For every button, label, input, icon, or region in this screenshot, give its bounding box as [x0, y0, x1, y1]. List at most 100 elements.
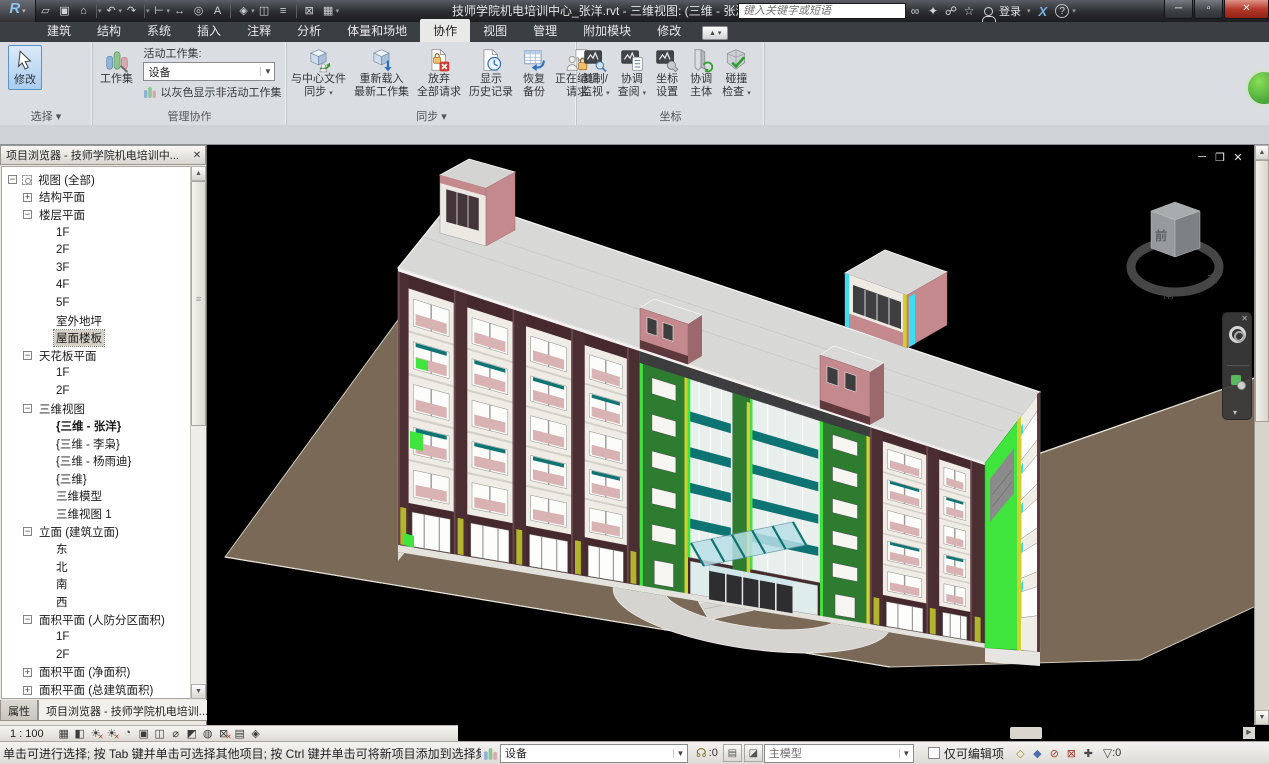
ribbon-tab-建筑[interactable]: 建筑: [34, 19, 84, 42]
help-icon[interactable]: ?: [1055, 4, 1069, 18]
coord-interference-button[interactable]: 碰撞 检查 ▾: [719, 45, 754, 102]
subscription-icon[interactable]: ☍: [942, 4, 960, 18]
ribbon-tab-管理[interactable]: 管理: [520, 19, 570, 42]
tree-item[interactable]: 1F: [2, 628, 190, 646]
status-workset-combobox[interactable]: 设备▼: [500, 744, 688, 763]
coord-copymonitor-button[interactable]: 复制/ 监视 ▾: [578, 45, 613, 102]
tree-item[interactable]: 室外地坪: [2, 312, 190, 330]
ribbon-tab-系统[interactable]: 系统: [134, 19, 184, 42]
scrollbar-thumb[interactable]: [191, 181, 206, 426]
tree-item[interactable]: {三维 - 杨雨迪}: [2, 453, 190, 471]
select-underlay-elements-icon[interactable]: ◆: [1029, 747, 1046, 760]
tree-item[interactable]: 南: [2, 576, 190, 594]
close-icon[interactable]: ✕: [189, 150, 205, 161]
scale-button[interactable]: 1 : 100: [10, 728, 44, 740]
editable-only-checkbox[interactable]: [928, 747, 940, 759]
signin-dropdown-icon[interactable]: ▾: [1027, 7, 1031, 15]
select-links-icon[interactable]: ◇: [1012, 747, 1029, 760]
coord-coordhost-button[interactable]: 协调 主体: [685, 45, 717, 102]
tree-item[interactable]: 屋面楼板: [2, 329, 190, 347]
qat-sync-with-central-icon[interactable]: ⌂: [75, 2, 92, 20]
modify-button[interactable]: 修改: [8, 45, 42, 90]
browser-scrollbar[interactable]: ▲ ▼: [190, 166, 205, 699]
tree-item[interactable]: −三维视图: [2, 400, 190, 418]
tree-item[interactable]: −天花板平面: [2, 347, 190, 365]
search-input[interactable]: [738, 3, 906, 19]
navbar-dropdown-icon[interactable]: ▾: [1233, 408, 1237, 417]
coord-coordreview-button[interactable]: 协调 查阅 ▾: [615, 45, 650, 102]
panel-sync-label[interactable]: 同步 ▾: [287, 108, 576, 124]
sync-sync-button[interactable]: 与中心文件 同步 ▾: [288, 45, 349, 102]
scroll-right-icon[interactable]: ▶: [1243, 727, 1255, 739]
qat-undo-icon[interactable]: ↶: [103, 2, 120, 20]
tree-item[interactable]: +面积平面 (净面积): [2, 664, 190, 682]
qat-switch-windows-icon[interactable]: ▦: [320, 2, 337, 20]
collapse-icon[interactable]: −: [8, 175, 17, 184]
view-minimize-button[interactable]: ─: [1193, 151, 1211, 164]
filter-icon[interactable]: ▽: [1103, 746, 1112, 760]
show-crop-region-icon[interactable]: ◫: [152, 727, 168, 740]
view-restore-button[interactable]: ❒: [1211, 151, 1229, 164]
minimize-button[interactable]: ─: [1164, 0, 1193, 19]
qat-tag-by-category-icon[interactable]: ◎: [190, 2, 207, 20]
tree-item[interactable]: −楼层平面: [2, 206, 190, 224]
tree-item[interactable]: 2F: [2, 241, 190, 259]
exclude-options-button[interactable]: ◪: [744, 744, 763, 762]
tree-item[interactable]: {三维 - 张洋}: [2, 417, 190, 435]
select-elements-by-face-icon[interactable]: ⊠: [1063, 747, 1080, 760]
zoom-icon[interactable]: [1231, 375, 1241, 385]
ribbon-tab-协作[interactable]: 协作: [420, 19, 470, 42]
shadows-icon[interactable]: ☀✕: [104, 727, 120, 740]
favorites-star-icon[interactable]: ☆: [960, 4, 978, 18]
expand-icon[interactable]: +: [23, 193, 32, 202]
qat-close-hidden-windows-icon[interactable]: ⊠: [301, 2, 318, 20]
tree-item[interactable]: {三维}: [2, 470, 190, 488]
qat-text-icon[interactable]: A: [209, 2, 226, 20]
restore-button[interactable]: ▫: [1194, 0, 1223, 19]
temporary-view-properties-icon[interactable]: ▤: [232, 727, 248, 740]
collapse-icon[interactable]: −: [23, 404, 32, 413]
design-option-combobox[interactable]: 主模型▼: [764, 744, 914, 763]
scroll-up-icon[interactable]: ▲: [191, 166, 206, 181]
3d-view-canvas[interactable]: 前南东: [207, 145, 1269, 725]
temporary-hide-isolate-icon[interactable]: ◩: [184, 727, 200, 740]
ribbon-tab-分析[interactable]: 分析: [284, 19, 334, 42]
expand-icon[interactable]: +: [23, 668, 32, 677]
worksharing-display-icon[interactable]: ⊠✕: [216, 727, 232, 740]
worksets-button[interactable]: 工作集: [97, 45, 136, 88]
gray-inactive-worksets-toggle[interactable]: 以灰色显示非活动工作集: [143, 84, 281, 100]
tree-item[interactable]: −立面 (建筑立面): [2, 523, 190, 541]
qat-open-icon[interactable]: ▱: [37, 2, 54, 20]
crop-view-icon[interactable]: ▣: [136, 727, 152, 740]
collapse-icon[interactable]: −: [23, 210, 32, 219]
navbar-close-icon[interactable]: ✕: [1241, 314, 1248, 323]
detail-level-icon[interactable]: ▦: [56, 727, 72, 740]
view-close-button[interactable]: ✕: [1229, 151, 1247, 164]
tree-item[interactable]: {三维 - 李枭}: [2, 435, 190, 453]
tree-item[interactable]: 北: [2, 558, 190, 576]
search-icon[interactable]: ∞: [906, 4, 924, 18]
active-workset-combobox[interactable]: 设备▼: [143, 62, 275, 81]
qat-measure-icon[interactable]: ⊢: [151, 2, 168, 20]
tree-item[interactable]: 西: [2, 593, 190, 611]
project-browser-titlebar[interactable]: 项目浏览器 - 技师学院机电培训中... ✕: [0, 145, 206, 165]
tree-item[interactable]: 3F: [2, 259, 190, 277]
tree-item[interactable]: 三维模型: [2, 488, 190, 506]
tree-item[interactable]: 东: [2, 540, 190, 558]
visual-style-icon[interactable]: ◧: [72, 727, 88, 740]
ribbon-collapse-button[interactable]: ▲ ▾: [702, 26, 728, 40]
select-pinned-elements-icon[interactable]: ⊘: [1046, 747, 1063, 760]
ribbon-tab-结构[interactable]: 结构: [84, 19, 134, 42]
user-icon[interactable]: [984, 7, 993, 16]
ribbon-tab-注释[interactable]: 注释: [234, 19, 284, 42]
tree-item[interactable]: −面积平面 (人防分区面积): [2, 611, 190, 629]
tree-item[interactable]: 2F: [2, 646, 190, 664]
scroll-down-icon[interactable]: ▼: [1255, 710, 1269, 725]
coord-coordsettings-button[interactable]: 坐标 设置: [651, 45, 683, 102]
viewport-vertical-scrollbar[interactable]: ▲ ▼: [1254, 145, 1269, 725]
sync-reload-button[interactable]: 重新载入 最新工作集: [351, 45, 412, 102]
tree-item[interactable]: +面积平面 (总建筑面积): [2, 681, 190, 699]
collapse-icon[interactable]: −: [23, 615, 32, 624]
qat-aligned-dimension-icon[interactable]: ↔: [171, 2, 188, 20]
editing-requests-icon[interactable]: ☊: [696, 746, 707, 760]
